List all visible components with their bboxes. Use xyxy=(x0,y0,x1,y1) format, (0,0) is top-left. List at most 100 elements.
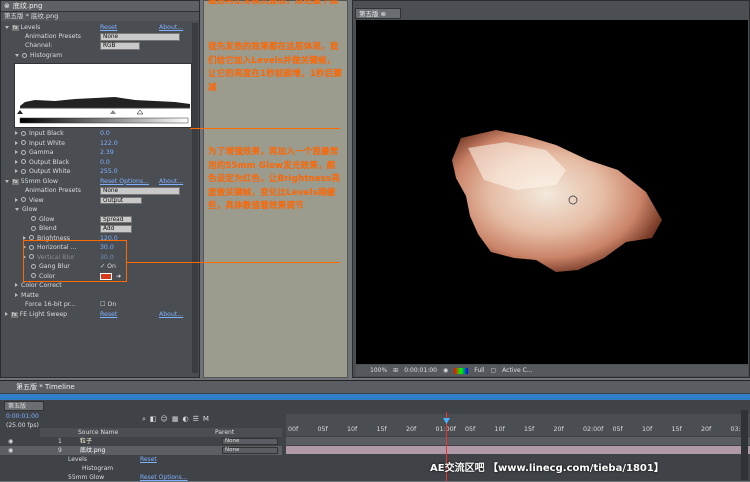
timeline-tab-strip xyxy=(0,394,750,400)
ruler-tick-label: 20f xyxy=(406,426,417,433)
effect-controls-panel: ⊗ 底纹.png 第五版 * 底纹.png fx Levels Reset Abo… xyxy=(0,0,200,378)
resolution-dropdown[interactable]: Full xyxy=(474,365,484,376)
source-name-column[interactable]: Source Name xyxy=(78,428,118,437)
expand-triangle-icon[interactable] xyxy=(5,179,9,183)
input-black-row: Input Black 0.0 xyxy=(1,129,197,139)
input-white-value[interactable]: 122.0 xyxy=(100,139,118,149)
timeline-tab[interactable]: 第五版 xyxy=(4,401,44,411)
effect-controls-tab[interactable]: ⊗ 底纹.png xyxy=(1,1,199,12)
stopwatch-icon[interactable] xyxy=(21,149,26,155)
layer-name[interactable]: 底纹.png xyxy=(80,446,105,455)
search-icon[interactable]: ⌕ xyxy=(142,415,146,424)
annotation-glow: 为了增强效果，再加入一个我最常用的55mm Glow发光效果，颜色设定为红色，让… xyxy=(208,147,341,211)
stopwatch-icon[interactable] xyxy=(21,197,26,202)
layer-bar-1[interactable] xyxy=(286,437,750,445)
zoom-dropdown[interactable]: 100% xyxy=(370,365,387,376)
stopwatch-icon[interactable] xyxy=(31,216,36,221)
composition-viewer[interactable] xyxy=(356,20,748,364)
levels-sub-row[interactable]: Levels Reset xyxy=(0,455,282,464)
layer-row-selected[interactable]: ◉ 9 底纹.png None xyxy=(0,446,282,455)
expand-triangle-icon[interactable] xyxy=(15,208,19,211)
blend-row: Blend Add xyxy=(1,224,197,234)
marker-icon[interactable]: M xyxy=(203,415,209,424)
levels-reset-link[interactable]: Reset xyxy=(140,455,157,464)
glow-effect-header[interactable]: fx 55mm Glow Reset Options... About... xyxy=(1,177,197,187)
ruler-tick-label: 10f xyxy=(347,426,358,433)
timeline-columns-header: Source Name Parent xyxy=(40,428,282,437)
annotation-levels: 我先发热的效果都在这层体现，我们给它加入Levels并做关键帧，让它的亮度在1秒… xyxy=(208,42,343,93)
stopwatch-icon[interactable] xyxy=(21,130,26,136)
histogram[interactable] xyxy=(14,63,192,128)
fx-icon[interactable]: fx xyxy=(12,178,19,185)
animation-presets-dropdown[interactable]: None xyxy=(100,33,180,41)
glow-group-row[interactable]: Glow xyxy=(1,205,197,215)
frame-blend-icon[interactable]: ▦ xyxy=(172,415,179,424)
matte-row[interactable]: Matte xyxy=(1,291,197,301)
output-black-value[interactable]: 0.0 xyxy=(100,158,110,168)
annotation-line xyxy=(126,262,340,263)
channel-dropdown[interactable]: RGB xyxy=(100,42,140,50)
stopwatch-icon[interactable] xyxy=(21,159,26,164)
blend-dropdown[interactable]: Add xyxy=(100,225,132,233)
fx-icon[interactable]: fx xyxy=(12,25,19,31)
effect-controls-scrollbar[interactable] xyxy=(192,23,198,373)
glow-presets-row: Animation Presets None xyxy=(1,186,197,196)
color-channels-icon[interactable] xyxy=(454,367,469,374)
stopwatch-icon[interactable] xyxy=(21,140,26,145)
force16-row: Force 16-bit pr... ☐ On xyxy=(25,301,117,308)
annotation-line xyxy=(190,128,340,129)
light-sweep-reset-button[interactable]: Reset xyxy=(100,310,117,320)
input-black-value[interactable]: 0.0 xyxy=(100,129,110,139)
fx-icon[interactable]: fx xyxy=(11,311,18,318)
output-white-value[interactable]: 255.0 xyxy=(100,167,118,177)
stopwatch-icon[interactable] xyxy=(21,168,26,174)
stopwatch-icon[interactable] xyxy=(22,52,27,58)
preview-render xyxy=(452,130,662,272)
histogram-row: Histogram xyxy=(1,51,197,61)
grid-icon[interactable]: ⊞ xyxy=(393,365,398,376)
view-dropdown[interactable]: Output xyxy=(100,196,142,204)
eye-icon[interactable]: ◉ xyxy=(8,437,13,446)
timecode-display[interactable]: 0:00:01:00 xyxy=(404,365,437,376)
light-sweep-effect-header[interactable]: fx FE Light Sweep Reset About... xyxy=(1,310,197,320)
glow-about-button[interactable]: About... xyxy=(159,177,183,187)
annotation-panel: 最后再正常模式叠加，放在最下面 我先发热的效果都在这层体现，我们给它加入Leve… xyxy=(203,0,348,378)
eye-icon[interactable]: ◉ xyxy=(8,446,13,455)
gamma-value[interactable]: 2.39 xyxy=(100,148,114,158)
layer-bar-2[interactable] xyxy=(286,446,750,454)
region-icon[interactable]: ▢ xyxy=(491,365,497,376)
channel-row: Channel: RGB xyxy=(1,41,197,51)
glow-presets-dropdown[interactable]: None xyxy=(100,187,180,195)
input-white-row: Input White 122.0 xyxy=(1,139,197,149)
light-sweep-about-button[interactable]: About... xyxy=(159,310,183,320)
layer-row[interactable]: ◉ 1 粒子 None xyxy=(0,437,282,446)
parent-dropdown[interactable]: None xyxy=(222,447,278,454)
glow-type-dropdown[interactable]: Spread xyxy=(100,215,132,223)
ruler-tick-label: 10f xyxy=(494,426,505,433)
expand-triangle-icon[interactable] xyxy=(5,26,9,29)
highlight-box xyxy=(23,240,127,282)
timeline-scrollbar[interactable] xyxy=(741,410,748,480)
snapshot-icon[interactable]: ◉ xyxy=(443,365,448,376)
glow-reset-button[interactable]: Reset Options... xyxy=(100,177,149,187)
close-icon[interactable]: ⊗ xyxy=(4,1,10,12)
composition-tab[interactable]: 第五版 ⊗ xyxy=(355,8,401,19)
annotation-top: 最后再正常模式叠加，放在最下面 xyxy=(208,0,339,6)
draft-3d-icon[interactable]: ◧ xyxy=(150,415,157,424)
camera-dropdown[interactable]: Active C... xyxy=(502,365,532,376)
close-icon[interactable]: ⊗ xyxy=(381,10,386,18)
parent-column[interactable]: Parent xyxy=(215,428,234,437)
timeline-title: 第五版 * Timeline xyxy=(0,381,750,393)
hide-shy-icon[interactable]: ☺ xyxy=(161,415,168,424)
time-ruler[interactable]: 00f05f10f15f20f01:00f05f10f15f20f02:00f0… xyxy=(286,414,750,436)
layer-name[interactable]: 粒子 xyxy=(80,437,92,446)
color-correct-row[interactable]: Color Correct xyxy=(1,281,197,291)
ruler-tick-label: 15f xyxy=(376,426,387,433)
expand-triangle-icon[interactable] xyxy=(15,54,19,57)
force16-checkbox[interactable]: ☐ xyxy=(100,301,106,308)
graph-editor-icon[interactable]: ☰ xyxy=(193,415,199,424)
parent-dropdown[interactable]: None xyxy=(222,438,278,445)
stopwatch-icon[interactable] xyxy=(31,225,36,231)
motion-blur-icon[interactable]: ◐ xyxy=(182,415,188,424)
histogram-sub-row[interactable]: Histogram xyxy=(0,464,282,473)
